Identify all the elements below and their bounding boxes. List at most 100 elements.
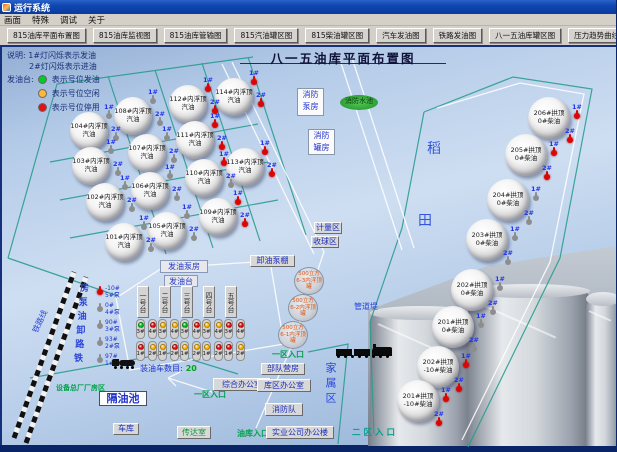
menu-bar: 画面特殊调试关于 xyxy=(0,14,617,26)
indicator-bulb-off xyxy=(108,148,114,154)
rail-pump-house-char: 泵 xyxy=(79,295,88,308)
toolbar-button-8[interactable]: 压力趋势曲线 xyxy=(568,28,617,43)
small-tank-3[interactable]: 500立方6-3内浮顶罐 xyxy=(294,267,324,295)
bay3-lamp-3: 3# xyxy=(180,319,189,339)
menu-item-3[interactable]: 关于 xyxy=(88,14,105,26)
rail-pump-house-char: 路 xyxy=(75,337,84,350)
tank-name: 500立方 xyxy=(289,298,317,305)
menu-item-1[interactable]: 特殊 xyxy=(32,14,49,26)
truck-count: 装油车数目:20 xyxy=(140,363,197,374)
tank-indicator-1: 1# xyxy=(181,204,193,219)
tank-indicator-2: 2# xyxy=(487,300,499,315)
map-title: 八一五油库平面布置图 xyxy=(240,48,446,64)
menu-item-0[interactable]: 画面 xyxy=(4,14,21,26)
equipment-factory-area-label: 设备总厂厂房区 xyxy=(56,383,105,393)
toolbar-button-3[interactable]: 815汽油罐区图 xyxy=(234,28,298,43)
title-bar[interactable]: 运行系统 xyxy=(0,0,617,14)
bay5-lamp-1: 1# xyxy=(224,341,233,361)
dispensing-pump-room-label: 发油泵房 xyxy=(160,260,208,273)
tank-product: 汽油 xyxy=(105,242,143,250)
bay1-lamp-1: 1# xyxy=(136,341,145,361)
toolbar-button-0[interactable]: 815油库平面布置图 xyxy=(7,28,86,43)
tank-indicator-2: 2# xyxy=(168,148,180,163)
toolbar-button-1[interactable]: 815油库监视图 xyxy=(93,28,157,43)
toolbar-button-5[interactable]: 汽车发油图 xyxy=(376,28,426,43)
tank-indicator-2: 2# xyxy=(239,212,251,227)
tank-indicator-1: 1# xyxy=(103,104,115,119)
tank-indicator-2: 2# xyxy=(468,337,480,352)
tank-indicator-2: 2# xyxy=(225,173,237,188)
toolbar-button-7[interactable]: 八一五油库罐区图 xyxy=(489,28,561,43)
bay4-lamp-4: 4# xyxy=(214,319,223,339)
indicator-bulb-on xyxy=(436,420,442,426)
indicator-bulb-off xyxy=(122,184,128,190)
pipeline-dike-label: 管道堤 xyxy=(354,301,378,312)
indicator-bulb-off xyxy=(164,135,170,141)
paddy-field-label-1: 稻 xyxy=(427,138,441,158)
truck-count-value: 20 xyxy=(186,364,197,373)
tank-indicator-2: 2# xyxy=(523,210,535,225)
bay-lamp-label: 2# xyxy=(236,350,244,358)
bay-lamp-label: 2# xyxy=(192,350,200,358)
bay-lamp-label: 3# xyxy=(224,328,232,336)
pig-receiving-area-label: 收球区 xyxy=(311,236,339,248)
metering-area-label: 计量区 xyxy=(314,222,342,234)
indicator-bulb-on xyxy=(443,396,449,402)
pump-name: 5#泵 xyxy=(105,292,120,299)
pump-texts: 0#4#泵 xyxy=(105,302,120,316)
toolbar-button-2[interactable]: 815油库管输图 xyxy=(164,28,228,43)
tank-indicator-2: 2# xyxy=(453,377,465,392)
window-title: 运行系统 xyxy=(14,1,50,14)
tank-product: 6-1内浮顶罐 xyxy=(279,332,307,346)
bay-lamp-label: 4# xyxy=(236,328,244,336)
tank-product: 0#柴油 xyxy=(451,290,493,298)
small-tank-1[interactable]: 500立方6-1内浮顶罐 xyxy=(278,321,308,349)
depot-office-label: 库区办公室 xyxy=(257,379,311,392)
unloading-pump-shed-label: 卸油泵棚 xyxy=(250,255,295,267)
army-barracks-label: 部队营房 xyxy=(261,363,305,375)
tank-product: 0#柴油 xyxy=(487,200,529,208)
tank-indicator-1: 1# xyxy=(548,141,560,156)
tank-indicator-2: 2# xyxy=(154,111,166,126)
app-icon xyxy=(2,3,11,12)
indicator-bulb-on xyxy=(551,150,557,156)
tank-indicator-1: 1# xyxy=(509,226,521,241)
menu-item-2[interactable]: 调试 xyxy=(60,14,77,26)
indicator-bulb-off xyxy=(129,206,135,212)
bay-lamp-label: 3# xyxy=(202,328,210,336)
pump-indicator-off xyxy=(97,306,103,312)
indicator-bulb-on xyxy=(242,221,248,227)
toolbar-button-4[interactable]: 815柴油罐区图 xyxy=(305,28,369,43)
rail-pump-3: 90#3#泵 xyxy=(97,319,120,333)
tank-product: 汽油 xyxy=(169,104,207,112)
indicator-bulb-off xyxy=(184,213,190,219)
rail-pump-house-char: 铁 xyxy=(74,351,83,364)
indicator-bulb-on xyxy=(269,171,275,177)
bottom-border xyxy=(0,445,617,452)
tank-product: 6-2内浮顶罐 xyxy=(289,305,317,319)
tank-indicator-1: 1# xyxy=(119,175,131,190)
tank-indicator-1: 1# xyxy=(147,89,159,104)
legend-item-0: 表示号位发油 xyxy=(38,74,100,85)
tank-indicator-1: 1# xyxy=(209,113,221,128)
rail-pump-house-char: 房 xyxy=(80,281,89,294)
indicator-bulb-on xyxy=(544,174,550,180)
bay3-lamp-2: 2# xyxy=(192,341,201,361)
bay-lamp-label: 4# xyxy=(192,328,200,336)
bay-lamp-label: 1# xyxy=(180,350,188,358)
area1-entrance-label-2: 一区入口 xyxy=(272,349,304,360)
bay5-lamp-2: 2# xyxy=(236,341,245,361)
toolbar: 815油库平面布置图 815油库监视图 815油库管输图 815汽油罐区图 815柴油罐… xyxy=(0,26,617,45)
garage-label: 车库 xyxy=(113,423,139,435)
bay4-lamp-1: 1# xyxy=(202,341,211,361)
fire-brigade-label: 消防队 xyxy=(265,403,303,416)
small-tank-2[interactable]: 500立方6-2内浮顶罐 xyxy=(288,294,318,322)
indicator-bulb-off xyxy=(148,246,154,252)
bay3-lamp-1: 1# xyxy=(180,341,189,361)
legend-status-dot xyxy=(38,103,47,112)
toolbar-button-6[interactable]: 铁路发油图 xyxy=(433,28,483,43)
bay-lamp-label: 2# xyxy=(148,350,156,358)
rail-pump-5: -10#5#泵 xyxy=(97,285,120,299)
indicator-bulb-on xyxy=(221,160,227,166)
tank-product: 汽油 xyxy=(86,202,124,210)
